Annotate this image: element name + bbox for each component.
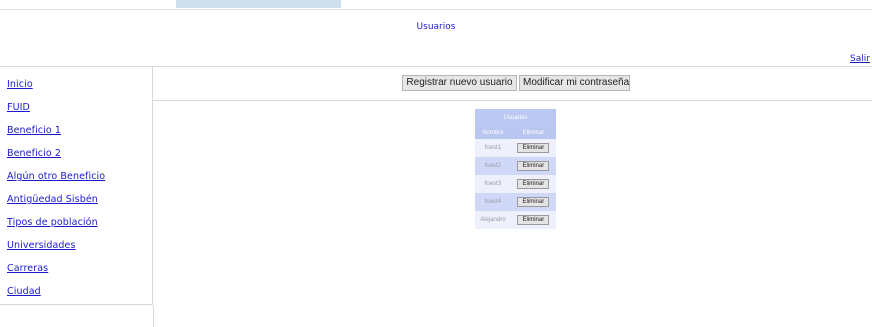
sidebar-divider [153,305,154,327]
sidebar-item-fuid[interactable]: FUID [7,102,30,113]
user-name-cell: foest4 [475,193,511,211]
delete-user-button[interactable]: Eliminar [517,197,550,207]
sidebar-item-antiguedad-sisben[interactable]: Antigüedad Sisbén [7,194,98,205]
sidebar-nav: Inicio FUID Beneficio 1 Beneficio 2 Algú… [0,67,153,305]
logout-link[interactable]: Salir [850,54,870,64]
table-row: foest2 Eliminar [475,157,556,175]
sidebar-item-ciudad[interactable]: Ciudad [7,286,41,297]
table-row: foest4 Eliminar [475,193,556,211]
column-header-eliminar: Eliminar [510,126,556,139]
table-caption: Usuarios [475,109,556,126]
sidebar-item-universidades[interactable]: Universidades [7,240,76,251]
table-row: foest1 Eliminar [475,139,556,157]
column-header-nombre: Nombre [475,126,511,139]
delete-user-button[interactable]: Eliminar [517,215,550,225]
delete-user-button[interactable]: Eliminar [517,161,550,171]
action-bar: Registrar nuevo usuario Modificar mi con… [153,67,872,101]
sidebar-item-carreras[interactable]: Carreras [7,263,48,274]
change-password-button[interactable]: Modificar mi contraseña [519,75,630,91]
sidebar-item-inicio[interactable]: Inicio [7,79,33,90]
table-row: foest3 Eliminar [475,175,556,193]
user-name-cell: Alejandro [475,211,511,229]
sidebar-item-beneficio-1[interactable]: Beneficio 1 [7,125,61,136]
user-name-cell: foest1 [475,139,511,157]
sidebar-item-otro-beneficio[interactable]: Algún otro Beneficio [7,171,105,182]
top-tab-strip [176,0,341,8]
users-table: Usuarios Nombre Eliminar foest1 Eliminar… [475,109,556,229]
user-name-cell: foest2 [475,157,511,175]
table-row: Alejandro Eliminar [475,211,556,229]
page-header: Usuarios Salir [0,9,872,67]
sidebar-item-beneficio-2[interactable]: Beneficio 2 [7,148,61,159]
user-name-cell: foest3 [475,175,511,193]
delete-user-button[interactable]: Eliminar [517,143,550,153]
delete-user-button[interactable]: Eliminar [517,179,550,189]
register-user-button[interactable]: Registrar nuevo usuario [402,75,517,91]
page-title: Usuarios [416,22,456,32]
sidebar-item-tipos-poblacion[interactable]: Tipos de población [7,217,98,228]
